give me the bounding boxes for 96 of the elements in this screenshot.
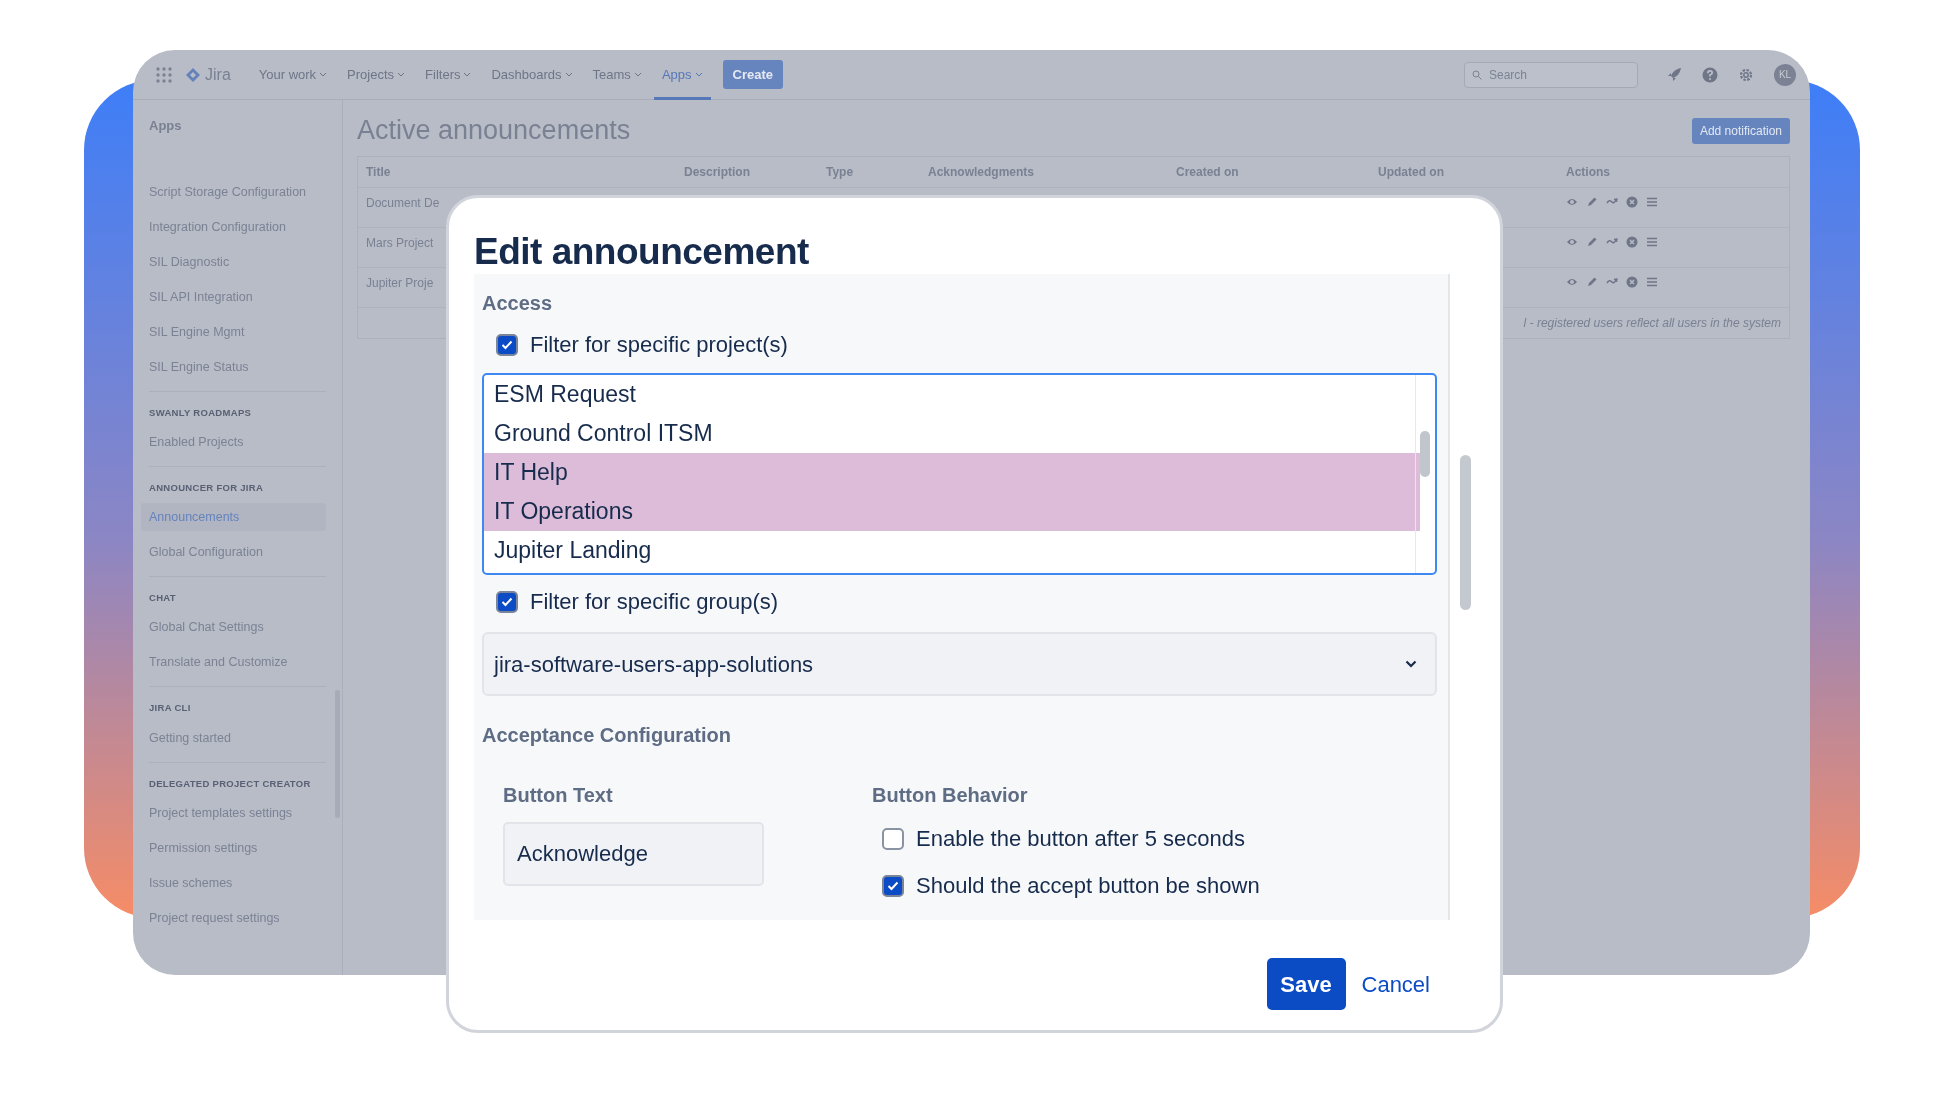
field-label: Button Text (503, 783, 614, 808)
pencil-icon (1586, 196, 1598, 209)
section-heading: Access (482, 291, 554, 316)
select-value: jira-software-users-app-solutions (494, 650, 814, 679)
sidebar-item[interactable]: Issue schemes (149, 868, 326, 897)
chevron-down-icon (397, 71, 406, 78)
dialog-title: Edit announcement (474, 230, 810, 274)
sidebar-item[interactable]: Getting started (149, 723, 326, 752)
column-header: Updated on (1378, 164, 1445, 182)
section-heading: SWANLY ROADMAPS (149, 405, 253, 420)
group-select[interactable]: jira-software-users-app-solutions (482, 632, 1437, 696)
sidebar-item[interactable]: Translate and Customize (149, 648, 326, 677)
menu-icon (1646, 236, 1658, 249)
scrollbar-thumb[interactable] (1460, 455, 1471, 610)
text-input[interactable]: Acknowledge (503, 822, 764, 886)
nav-menu[interactable]: Your work (250, 50, 336, 100)
checkbox[interactable] (496, 333, 518, 356)
sidebar-item[interactable]: SIL API Integration (149, 282, 326, 311)
column-header: Actions (1566, 164, 1611, 182)
nav-menu[interactable]: Apps (653, 50, 711, 100)
create-button[interactable]: Create (722, 59, 783, 90)
column-header: Created on (1176, 164, 1240, 182)
search-icon (1472, 69, 1482, 80)
grid-icon (155, 65, 173, 84)
table-footnote: l - registered users reflect all users in the system (1522, 315, 1782, 333)
section-heading: CHAT (149, 591, 177, 605)
sidebar-item[interactable]: SIL Engine Status (149, 352, 326, 381)
close-icon (1626, 236, 1638, 249)
sidebar-item[interactable]: Global Chat Settings (149, 613, 326, 642)
logo-text: Jira (205, 64, 231, 85)
page-title: Active announcements (357, 114, 631, 147)
column-header: Title (366, 164, 392, 182)
column-header: Description (684, 164, 751, 182)
search-field[interactable]: Search (1464, 61, 1638, 88)
listbox-option[interactable]: IT Help (484, 453, 1420, 492)
sidebar-item[interactable]: SIL Engine Mgmt (149, 317, 326, 346)
sidebar-item[interactable]: Permission settings (149, 833, 326, 862)
chevron-down-icon (564, 71, 573, 78)
listbox-option[interactable]: IT Operations (484, 492, 1420, 531)
checkbox[interactable] (882, 827, 904, 850)
sidebar-item[interactable]: Enabled Projects (149, 427, 326, 456)
project-listbox[interactable]: ESM Request Ground Control ITSM IT Help IT Operations Jupiter Landing (482, 373, 1437, 575)
checkbox[interactable] (882, 874, 904, 897)
chevron-down-icon (694, 71, 703, 78)
checkmark-icon (501, 339, 513, 350)
checkbox-label: Filter for specific group(s) (530, 588, 779, 616)
pencil-icon (1586, 236, 1598, 249)
column-header: Acknowledgments (928, 164, 1036, 182)
logo-icon (185, 66, 201, 83)
sidebar-item[interactable]: Project request settings (149, 903, 326, 932)
checkbox-label: Enable the button after 5 seconds (916, 825, 1245, 853)
save-button[interactable]: Save (1266, 958, 1346, 1010)
settings-icon (1738, 66, 1754, 83)
checkbox[interactable] (496, 590, 518, 613)
menu-icon (1646, 276, 1658, 289)
cancel-link[interactable]: Cancel (1361, 967, 1430, 1001)
table-cell-text: Jupiter Proje (366, 275, 434, 293)
close-icon (1626, 196, 1638, 209)
checkmark-icon (887, 880, 899, 891)
listbox-option[interactable]: ESM Request (484, 375, 1420, 414)
chevron-down-icon (463, 71, 472, 78)
listbox-option[interactable]: Jupiter Landing (484, 531, 1420, 570)
section-heading: DELEGATED PROJECT CREATOR (149, 776, 312, 791)
sidebar-item[interactable]: Global Configuration (149, 538, 326, 566)
checkmark-icon (501, 596, 513, 607)
sidebar-item[interactable]: Announcements (141, 503, 326, 531)
checkbox-label: Filter for specific project(s) (530, 331, 788, 359)
user-avatar[interactable]: KL (1774, 63, 1796, 86)
checkbox-label: Should the accept button be shown (916, 872, 1260, 900)
field-label: Button Behavior (872, 783, 1029, 808)
menu-icon (1646, 196, 1658, 209)
sidebar-item[interactable]: Script Storage Configuration (149, 177, 326, 206)
scrollbar-thumb[interactable] (1420, 431, 1430, 477)
nav-menu[interactable]: Teams (584, 50, 650, 100)
nav-menu[interactable]: Projects (339, 50, 414, 100)
section-heading: ANNOUNCER FOR JIRA (149, 480, 265, 495)
close-icon (1626, 276, 1638, 289)
pencil-icon (1586, 276, 1598, 289)
help-icon (1702, 66, 1718, 83)
sidebar-item[interactable]: SIL Diagnostic (149, 247, 326, 276)
nav-menu[interactable]: Dashboards (483, 50, 581, 100)
chevron-down-icon (1405, 660, 1417, 668)
sidebar-item[interactable]: Integration Configuration (149, 212, 326, 241)
nav-menu[interactable]: Filters (417, 50, 480, 100)
chevron-down-icon (633, 71, 642, 78)
sidebar-title: Apps (149, 117, 183, 135)
listbox-option[interactable]: Ground Control ITSM (484, 414, 1420, 453)
section-heading: JIRA CLI (149, 701, 192, 716)
table-cell-text: Mars Project (366, 235, 434, 253)
table-cell-text: Document De (366, 195, 440, 213)
chevron-down-icon (319, 71, 328, 78)
section-heading: Acceptance Configuration (482, 723, 732, 748)
sidebar-item[interactable]: Project templates settings (149, 798, 326, 827)
rocket-icon (1666, 66, 1682, 83)
add-notification-button[interactable]: Add notification (1691, 118, 1790, 144)
column-header: Type (826, 164, 855, 182)
